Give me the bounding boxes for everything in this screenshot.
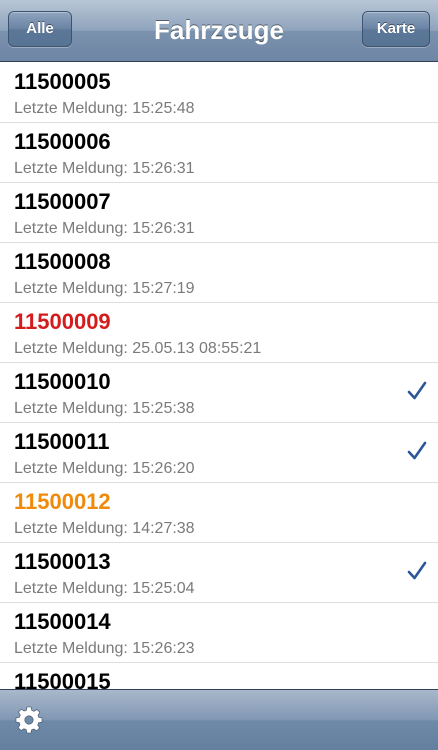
- checkmark-icon: [407, 441, 427, 460]
- vehicle-row[interactable]: 11500015: [0, 663, 438, 689]
- vehicle-id: 11500014: [14, 609, 111, 634]
- last-report-text: Letzte Meldung: 15:26:20: [14, 460, 195, 477]
- checkmark-icon: [407, 561, 427, 580]
- last-report-text: Letzte Meldung: 15:27:19: [14, 280, 195, 297]
- map-button[interactable]: Karte: [362, 11, 430, 47]
- vehicle-row[interactable]: 11500009 Letzte Meldung: 25.05.13 08:55:2…: [0, 303, 438, 363]
- vehicle-row[interactable]: 11500014 Letzte Meldung: 15:26:23: [0, 603, 438, 663]
- last-report-text: Letzte Meldung: 15:26:31: [14, 220, 195, 237]
- all-button[interactable]: Alle: [8, 11, 72, 47]
- vehicle-row[interactable]: 11500007 Letzte Meldung: 15:26:31: [0, 183, 438, 243]
- vehicle-row[interactable]: 11500008 Letzte Meldung: 15:27:19: [0, 243, 438, 303]
- vehicle-row[interactable]: 11500010 Letzte Meldung: 15:25:38: [0, 363, 438, 423]
- gear-icon[interactable]: [14, 705, 44, 735]
- vehicle-row[interactable]: 11500012 Letzte Meldung: 14:27:38: [0, 483, 438, 543]
- last-report-text: Letzte Meldung: 15:25:04: [14, 580, 195, 597]
- vehicle-id: 11500013: [14, 549, 111, 574]
- vehicle-row[interactable]: 11500006 Letzte Meldung: 15:26:31: [0, 123, 438, 183]
- vehicle-id: 11500012: [14, 489, 111, 514]
- last-report-text: Letzte Meldung: 15:25:38: [14, 400, 195, 417]
- page-title: Fahrzeuge: [153, 15, 285, 45]
- checkmark-icon: [407, 381, 427, 400]
- vehicle-list[interactable]: 11500005 Letzte Meldung: 15:25:48 11500006…: [0, 63, 438, 689]
- last-report-text: Letzte Meldung: 15:25:48: [14, 100, 195, 117]
- vehicle-id: 11500011: [14, 429, 110, 454]
- bottom-toolbar: [0, 689, 438, 750]
- vehicle-id: 11500008: [14, 249, 111, 274]
- last-report-text: Letzte Meldung: 15:26:31: [14, 160, 195, 177]
- vehicle-row[interactable]: 11500013 Letzte Meldung: 15:25:04: [0, 543, 438, 603]
- vehicle-id: 11500007: [14, 189, 111, 214]
- vehicle-id: 11500006: [14, 129, 111, 154]
- vehicle-id: 11500015: [14, 669, 111, 689]
- last-report-text: Letzte Meldung: 15:26:23: [14, 640, 195, 657]
- vehicle-row[interactable]: 11500011 Letzte Meldung: 15:26:20: [0, 423, 438, 483]
- navigation-bar: Alle Fahrzeuge Karte: [0, 0, 438, 62]
- last-report-text: Letzte Meldung: 14:27:38: [14, 520, 195, 537]
- vehicle-id: 11500010: [14, 369, 111, 394]
- vehicle-row[interactable]: 11500005 Letzte Meldung: 15:25:48: [0, 63, 438, 123]
- vehicle-id: 11500005: [14, 69, 111, 94]
- last-report-text: Letzte Meldung: 25.05.13 08:55:21: [14, 340, 262, 357]
- vehicle-id: 11500009: [14, 309, 111, 334]
